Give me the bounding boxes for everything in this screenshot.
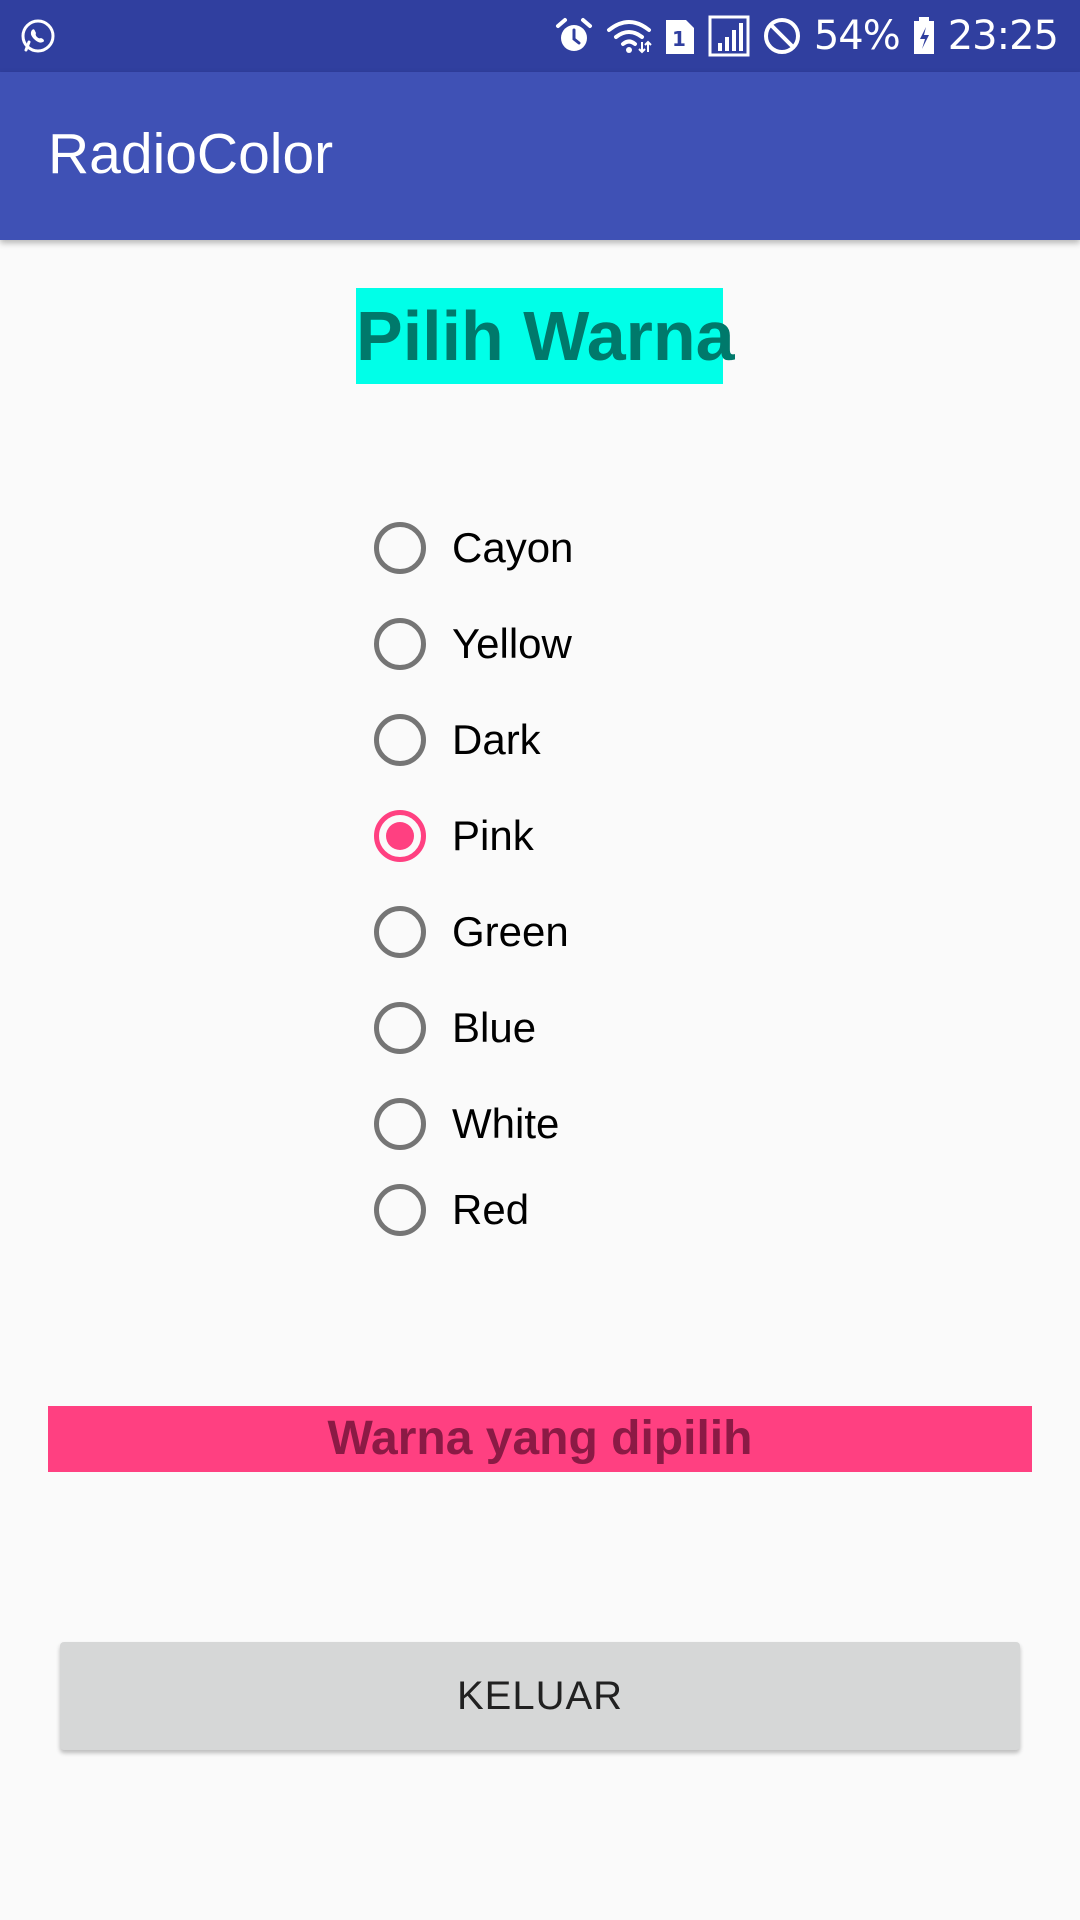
radio-button[interactable] — [374, 810, 426, 862]
status-bar: 1 54% 23:25 — [0, 0, 1080, 72]
radio-button[interactable] — [374, 1002, 426, 1054]
radio-button[interactable] — [374, 714, 426, 766]
radio-label: Red — [452, 1186, 530, 1233]
radio-button[interactable] — [374, 618, 426, 670]
radio-option-white[interactable]: White — [374, 1092, 559, 1156]
radio-option-yellow[interactable]: Yellow — [374, 612, 572, 676]
radio-label: White — [452, 1100, 560, 1147]
app-title: RadioColor — [48, 122, 334, 186]
heading-label: Pilih Warna — [356, 288, 735, 384]
alarm-icon — [555, 18, 592, 51]
radio-option-blue[interactable]: Blue — [374, 996, 536, 1060]
sim-icon: 1 — [665, 20, 694, 54]
exit-button[interactable]: KELUAR — [60, 1642, 1020, 1750]
radio-label: Blue — [452, 1004, 537, 1051]
battery-percentage: 54% — [813, 13, 901, 59]
radio-label: Cayon — [452, 524, 574, 571]
radio-button[interactable] — [374, 1184, 426, 1236]
radio-label: Green — [452, 908, 569, 955]
clock: 23:25 — [947, 13, 1059, 59]
radio-button[interactable] — [374, 522, 426, 574]
radio-label: Yellow — [452, 620, 572, 667]
radio-label: Dark — [452, 716, 541, 763]
radio-label: Pink — [452, 812, 534, 859]
radio-button[interactable] — [374, 1098, 426, 1150]
radio-option-dark[interactable]: Dark — [374, 708, 541, 772]
do-not-disturb-icon — [763, 18, 800, 54]
radio-option-cayon[interactable]: Cayon — [374, 516, 573, 580]
signal-icon — [708, 15, 750, 57]
svg-text:1: 1 — [672, 27, 686, 51]
radio-button[interactable] — [374, 906, 426, 958]
selected-color-label: Warna yang dipilih — [48, 1406, 1032, 1472]
radio-option-red[interactable]: Red — [374, 1178, 529, 1242]
radio-option-pink[interactable]: Pink — [374, 804, 534, 868]
wifi-icon — [606, 20, 652, 54]
radio-option-green[interactable]: Green — [374, 900, 569, 964]
app-bar: RadioColor — [0, 72, 1080, 240]
whatsapp-icon — [21, 19, 55, 53]
battery-icon — [913, 17, 934, 54]
